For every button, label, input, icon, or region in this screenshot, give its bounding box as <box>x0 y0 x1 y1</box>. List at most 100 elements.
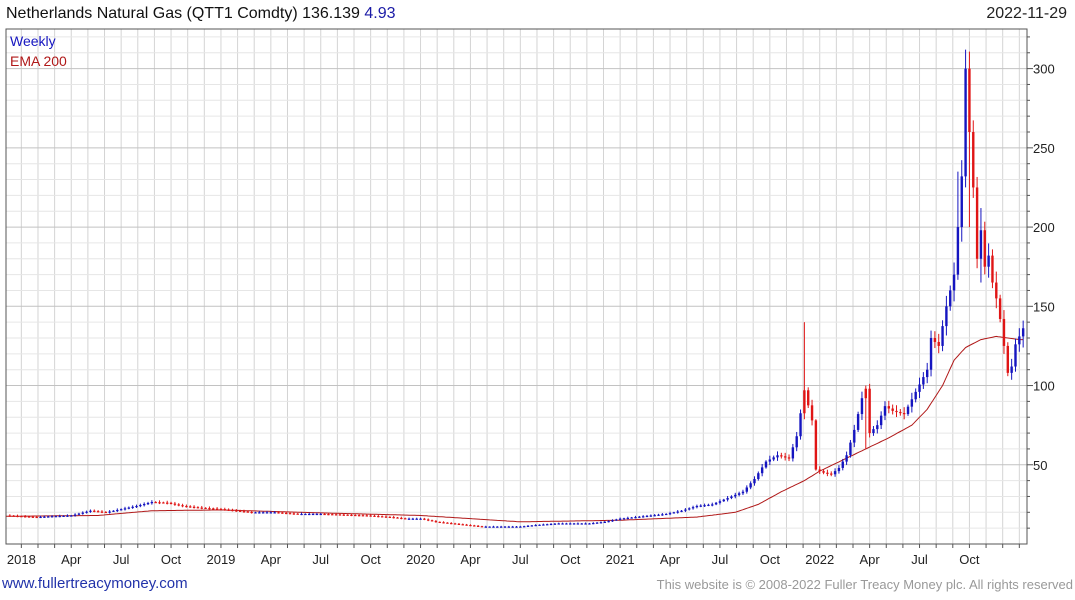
candle-body <box>35 516 38 519</box>
candle-body <box>830 473 833 475</box>
candle-body <box>296 513 299 515</box>
candle-body <box>20 516 23 518</box>
candle-body <box>185 505 188 508</box>
candle-body <box>403 518 407 520</box>
candle-body <box>511 526 514 528</box>
candle-body <box>972 132 975 188</box>
candle-body <box>795 436 798 448</box>
candle-body <box>960 176 963 228</box>
candle-body <box>411 518 415 520</box>
candle-body <box>764 461 768 468</box>
candle-body <box>31 516 35 518</box>
candle-body <box>791 447 795 459</box>
candle-body <box>54 516 58 518</box>
candle-body <box>995 282 998 299</box>
candle-body <box>542 524 545 526</box>
x-tick-label: Apr <box>460 552 481 567</box>
candle-body <box>400 517 403 520</box>
candle-body <box>50 516 54 518</box>
candle-body <box>246 511 250 513</box>
candle-body <box>484 526 487 528</box>
candle-body <box>983 230 986 267</box>
candle-body <box>876 425 879 430</box>
candle-body <box>43 516 46 518</box>
candle-body <box>135 505 138 508</box>
y-tick-label: 100 <box>1033 379 1055 394</box>
candle-body <box>323 513 326 516</box>
candle-body <box>342 514 345 516</box>
candle-body <box>941 326 944 346</box>
candle-body <box>1006 345 1010 373</box>
candle-body <box>480 526 484 528</box>
candle-body <box>238 510 242 512</box>
candle-body <box>242 511 246 513</box>
candle-body <box>849 442 852 456</box>
candle-body <box>281 512 284 514</box>
x-tick-label: Apr <box>660 552 681 567</box>
candle-body <box>100 511 104 513</box>
candle-body <box>166 502 169 504</box>
copyright-notice: This website is © 2008-2022 Fuller Treac… <box>656 577 1073 592</box>
candle-body <box>142 503 146 506</box>
x-tick-label: Jul <box>712 552 729 567</box>
candle-body <box>634 517 637 519</box>
candle-body <box>277 512 280 514</box>
candle-body <box>753 479 756 484</box>
y-tick-label: 250 <box>1033 141 1055 156</box>
candle-body <box>557 523 560 525</box>
candle-body <box>952 274 956 291</box>
candle-body <box>66 515 69 517</box>
candle-body <box>173 503 177 505</box>
candle-body <box>146 502 150 505</box>
candle-body <box>783 456 787 458</box>
candle-body <box>722 499 725 502</box>
candle-body <box>192 506 196 508</box>
candle-body <box>127 507 131 509</box>
x-tick-label: Oct <box>560 552 581 567</box>
candle-body <box>189 506 192 508</box>
candle-body <box>70 515 73 517</box>
candle-body <box>446 522 449 524</box>
candle-body <box>641 516 645 518</box>
candle-body <box>603 521 606 524</box>
candle-body <box>62 515 65 517</box>
candle-body <box>553 523 557 525</box>
candle-body <box>1021 328 1025 337</box>
x-tick-label: 2021 <box>606 552 635 567</box>
candle-body <box>576 523 580 525</box>
candle-body <box>476 525 480 527</box>
candle-body <box>546 524 549 526</box>
candle-body <box>718 501 722 503</box>
candle-body <box>315 513 319 516</box>
candle-body <box>284 512 288 515</box>
candle-body <box>691 507 695 509</box>
x-tick-label: Jul <box>312 552 329 567</box>
candle-body <box>937 341 940 346</box>
candle-body <box>85 511 88 513</box>
candle-body <box>235 510 238 512</box>
candle-body <box>350 514 353 517</box>
price-chart: 50 100 150 200 250 300 2018 Apr Jul Oct 2019 Apr Jul… <box>5 28 1055 567</box>
candle-body <box>837 467 841 472</box>
candle-body <box>258 512 261 514</box>
candle-body <box>676 511 679 513</box>
candle-body <box>469 524 472 527</box>
candle-body <box>565 523 568 525</box>
candle-body <box>714 502 718 505</box>
candle-body <box>392 517 395 519</box>
candle-body <box>254 512 257 514</box>
candle-body <box>273 512 276 514</box>
candle-body <box>104 511 107 514</box>
candle-body <box>150 502 154 504</box>
candle-body <box>119 509 123 511</box>
candle-body <box>664 513 668 516</box>
candle-body <box>707 504 710 506</box>
candle-body <box>757 473 760 480</box>
candle-body <box>331 514 334 516</box>
candle-body <box>864 388 867 399</box>
candle-body <box>949 290 952 307</box>
website-link[interactable]: www.fullertreacymoney.com <box>2 575 188 592</box>
candle-body <box>450 523 453 525</box>
x-tick-label: 2020 <box>406 552 435 567</box>
candle-body <box>833 471 837 475</box>
